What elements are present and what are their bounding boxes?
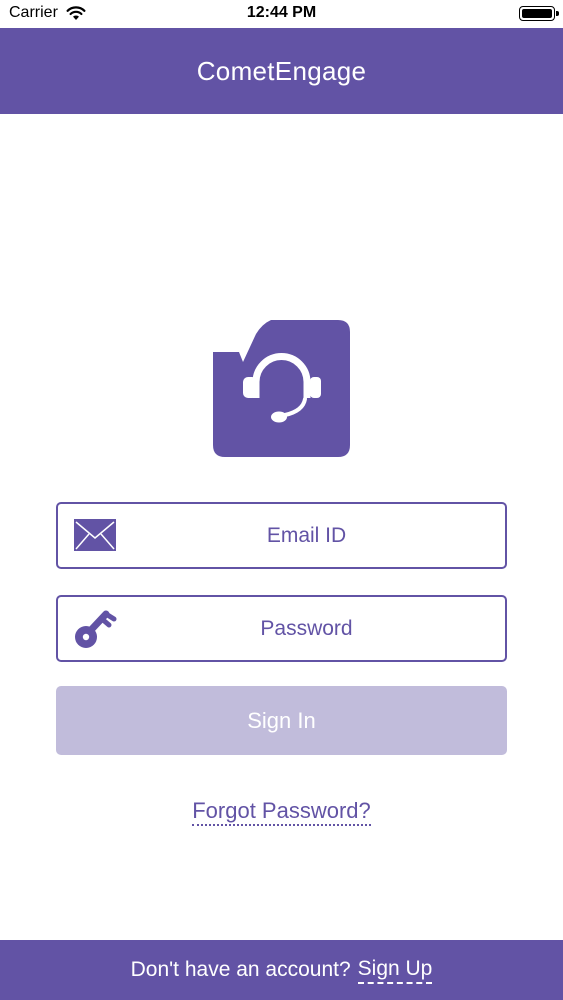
password-input[interactable] xyxy=(128,597,485,660)
sign-in-label: Sign In xyxy=(247,707,316,733)
forgot-password-link[interactable]: Forgot Password? xyxy=(192,798,371,826)
app-title: CometEngage xyxy=(196,55,367,86)
email-input[interactable] xyxy=(128,504,485,567)
nav-bar: CometEngage xyxy=(0,28,563,114)
password-field[interactable] xyxy=(56,595,507,662)
signup-footer: Don't have an account? Sign Up xyxy=(0,940,563,1000)
sign-up-link[interactable]: Sign Up xyxy=(357,957,433,984)
status-bar: Carrier 12:44 PM xyxy=(0,0,563,28)
app-logo-headset-icon xyxy=(213,320,350,457)
email-field[interactable] xyxy=(56,502,507,569)
forgot-password-row: Forgot Password? xyxy=(0,798,563,826)
sign-in-button[interactable]: Sign In xyxy=(56,686,507,755)
battery-icon xyxy=(519,6,559,21)
battery-level xyxy=(522,9,552,18)
status-time: 12:44 PM xyxy=(246,4,317,21)
envelope-icon xyxy=(74,519,116,551)
signup-prompt: Don't have an account? xyxy=(130,958,351,981)
key-icon xyxy=(75,610,117,648)
